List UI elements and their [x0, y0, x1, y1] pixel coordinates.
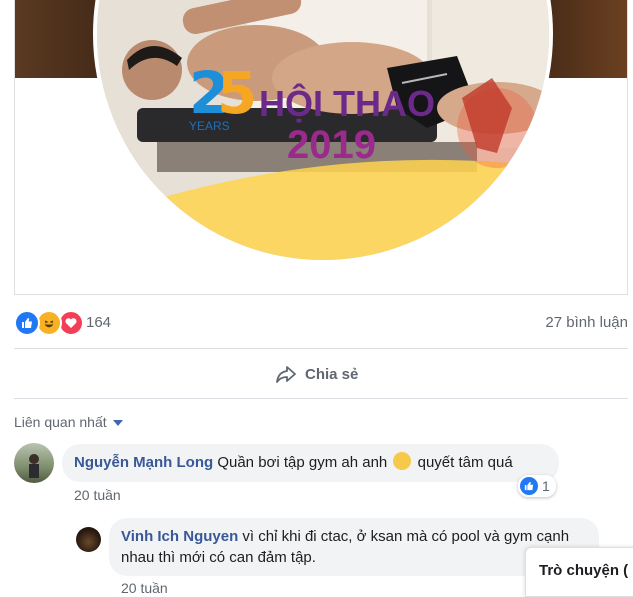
avatar[interactable]	[76, 527, 101, 552]
profile-picture[interactable]: 2 5 YEARS HỘI THAO 2019	[93, 0, 553, 264]
comment-like-badge[interactable]: 1	[518, 475, 556, 497]
comment-bubble: Nguyễn Mạnh Long Quần bơi tập gym ah anh…	[62, 444, 559, 482]
like-reaction-icon	[14, 310, 40, 336]
comment-text-end: quyết tâm quá	[417, 454, 513, 471]
comment-sort-dropdown[interactable]: Liên quan nhất	[14, 414, 123, 430]
caret-down-icon	[112, 420, 123, 426]
comment-author[interactable]: Nguyễn Mạnh Long	[74, 454, 213, 471]
share-icon	[276, 366, 296, 383]
comment-author[interactable]: Vinh Ich Nguyen	[121, 528, 238, 545]
reaction-count[interactable]: 164	[86, 314, 111, 331]
sort-label: Liên quan nhất	[14, 414, 107, 430]
chat-label: Trò chuyện (	[539, 562, 629, 579]
logo-year-text: 2019	[287, 123, 376, 167]
svg-text:5: 5	[217, 59, 257, 127]
like-count: 1	[542, 478, 550, 494]
comment-time[interactable]: 20 tuần	[121, 580, 168, 596]
share-button[interactable]: Chia sẻ	[275, 362, 358, 386]
comment-count-link[interactable]: 27 bình luận	[545, 314, 628, 331]
comment-text: Quần bơi tập gym ah anh	[217, 454, 388, 471]
comment-time[interactable]: 20 tuần	[74, 487, 121, 503]
emoji-icon	[393, 452, 412, 470]
divider	[14, 398, 628, 399]
chat-sidebar-tab[interactable]: Trò chuyện (	[525, 547, 633, 597]
avatar[interactable]	[14, 443, 54, 483]
like-icon	[520, 477, 538, 495]
reactions-summary[interactable]: 164 27 bình luận	[14, 310, 628, 336]
divider	[14, 348, 628, 349]
post-photo[interactable]: 2 5 YEARS HỘI THAO 2019	[14, 0, 628, 295]
share-label: Chia sẻ	[305, 365, 359, 383]
logo-years-text: YEARS	[189, 119, 230, 133]
logo-title-text: HỘI THAO	[259, 82, 435, 124]
